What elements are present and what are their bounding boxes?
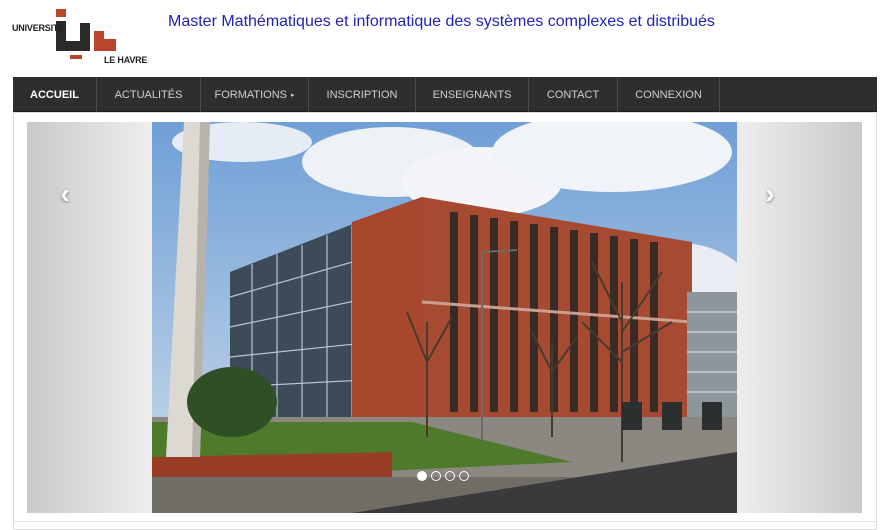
- carousel-dot-2[interactable]: [431, 471, 441, 481]
- nav-label: FORMATIONS: [214, 88, 287, 101]
- image-carousel[interactable]: [27, 122, 862, 513]
- university-logo[interactable]: UNIVERSITÉ LE HAVRE: [12, 9, 152, 65]
- site-header: UNIVERSITÉ LE HAVRE Master Mathématiques…: [0, 0, 886, 76]
- logo-text-le-havre: LE HAVRE: [104, 55, 148, 65]
- nav-label: ACCUEIL: [30, 88, 79, 101]
- nav-item-enseignants[interactable]: ENSEIGNANTS: [416, 77, 529, 112]
- nav-item-formations[interactable]: FORMATIONS ▸: [201, 77, 309, 112]
- nav-label: CONTACT: [546, 88, 600, 101]
- site-title[interactable]: Master Mathématiques et informatique des…: [168, 13, 715, 31]
- nav-item-connexion[interactable]: CONNEXION: [618, 77, 720, 112]
- carousel-dot-1[interactable]: [417, 471, 427, 481]
- carousel-slide-building-photo: [152, 122, 737, 513]
- nav-label: ENSEIGNANTS: [432, 88, 512, 101]
- nav-label: INSCRIPTION: [326, 88, 398, 101]
- nav-item-contact[interactable]: CONTACT: [529, 77, 618, 112]
- carousel-indicators: [417, 471, 469, 481]
- content-divider: [13, 521, 877, 522]
- nav-label: CONNEXION: [635, 88, 702, 101]
- logo-text-universite: UNIVERSITÉ: [12, 23, 65, 33]
- nav-item-actualites[interactable]: ACTUALITÉS: [97, 77, 201, 112]
- carousel-dot-3[interactable]: [445, 471, 455, 481]
- carousel-next-chevron-icon[interactable]: ›: [755, 180, 785, 210]
- main-nav: ACCUEIL ACTUALITÉS FORMATIONS ▸ INSCRIPT…: [13, 77, 877, 112]
- nav-item-inscription[interactable]: INSCRIPTION: [309, 77, 416, 112]
- nav-label: ACTUALITÉS: [114, 88, 183, 101]
- nav-item-accueil[interactable]: ACCUEIL: [13, 77, 97, 112]
- carousel-prev-chevron-icon[interactable]: ‹: [50, 180, 80, 210]
- carousel-dot-4[interactable]: [459, 471, 469, 481]
- building-photo: [152, 122, 737, 513]
- submenu-caret-icon: ▸: [291, 91, 295, 99]
